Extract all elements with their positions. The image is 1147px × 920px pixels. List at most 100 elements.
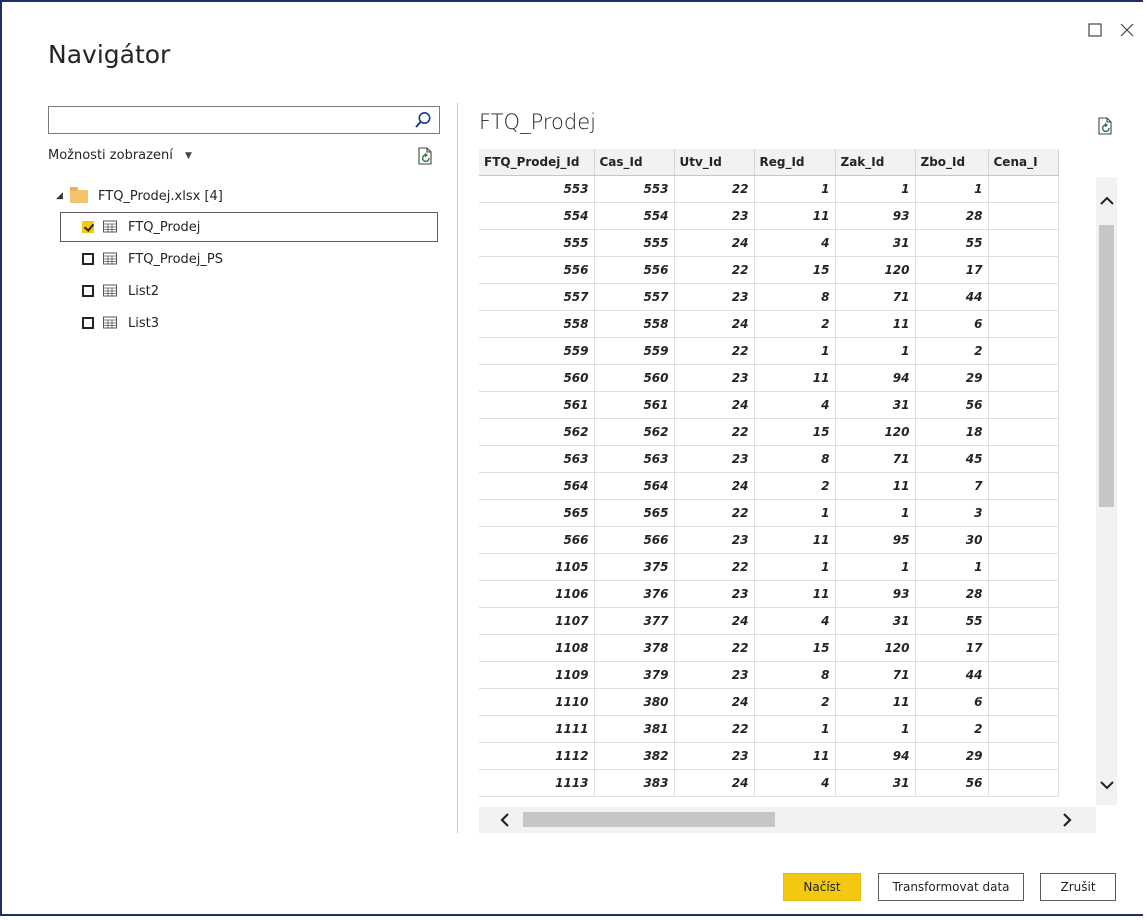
table-cell[interactable]: 382	[594, 742, 675, 770]
table-cell[interactable]: 55	[915, 607, 989, 635]
table-cell[interactable]	[988, 256, 1059, 284]
table-cell[interactable]: 29	[915, 364, 989, 392]
table-cell[interactable]: 375	[594, 553, 675, 581]
table-cell[interactable]: 1109	[479, 661, 595, 689]
table-cell[interactable]: 23	[674, 202, 755, 230]
table-cell[interactable]	[988, 769, 1059, 797]
table-cell[interactable]: 22	[674, 715, 755, 743]
table-cell[interactable]: 1	[754, 553, 836, 581]
table-cell[interactable]: 120	[835, 256, 916, 284]
horizontal-scrollbar[interactable]	[479, 807, 1096, 833]
table-cell[interactable]: 2	[915, 715, 989, 743]
table-cell[interactable]: 377	[594, 607, 675, 635]
table-cell[interactable]	[988, 175, 1059, 203]
table-cell[interactable]: 24	[674, 769, 755, 797]
table-cell[interactable]: 4	[754, 607, 836, 635]
table-cell[interactable]: 4	[754, 769, 836, 797]
table-cell[interactable]: 56	[915, 769, 989, 797]
table-cell[interactable]	[988, 634, 1059, 662]
table-cell[interactable]: 1	[754, 337, 836, 365]
checkbox-ftq-prodej[interactable]	[82, 221, 94, 233]
table-cell[interactable]: 554	[594, 202, 675, 230]
table-cell[interactable]: 1	[915, 553, 989, 581]
table-cell[interactable]: 563	[594, 445, 675, 473]
table-cell[interactable]: 7	[915, 472, 989, 500]
column-header[interactable]: Zbo_Id	[915, 149, 989, 176]
table-cell[interactable]	[988, 580, 1059, 608]
table-cell[interactable]: 1	[835, 553, 916, 581]
table-cell[interactable]: 22	[674, 418, 755, 446]
table-cell[interactable]: 562	[594, 418, 675, 446]
table-cell[interactable]: 2	[915, 337, 989, 365]
table-cell[interactable]: 11	[835, 472, 916, 500]
table-cell[interactable]: 95	[835, 526, 916, 554]
table-cell[interactable]: 563	[479, 445, 595, 473]
table-cell[interactable]	[988, 742, 1059, 770]
table-cell[interactable]: 566	[594, 526, 675, 554]
scroll-left-arrow-icon[interactable]	[496, 811, 514, 829]
pane-divider[interactable]	[457, 103, 458, 833]
table-cell[interactable]: 22	[674, 175, 755, 203]
table-cell[interactable]: 562	[479, 418, 595, 446]
table-cell[interactable]: 376	[594, 580, 675, 608]
table-cell[interactable]: 380	[594, 688, 675, 716]
table-cell[interactable]: 561	[479, 391, 595, 419]
table-cell[interactable]: 31	[835, 391, 916, 419]
table-cell[interactable]: 560	[594, 364, 675, 392]
table-cell[interactable]: 23	[674, 364, 755, 392]
scroll-down-arrow-icon[interactable]	[1098, 776, 1116, 794]
table-cell[interactable]: 2	[754, 310, 836, 338]
vertical-scrollbar[interactable]	[1096, 177, 1117, 805]
table-cell[interactable]: 565	[594, 499, 675, 527]
table-cell[interactable]: 8	[754, 661, 836, 689]
table-cell[interactable]: 6	[915, 310, 989, 338]
table-cell[interactable]: 23	[674, 580, 755, 608]
table-cell[interactable]: 120	[835, 634, 916, 662]
preview-grid[interactable]: FTQ_Prodej_Id Cas_Id Utv_Id Reg_Id Zak_I…	[479, 149, 1117, 833]
table-cell[interactable]: 378	[594, 634, 675, 662]
table-cell[interactable]	[988, 553, 1059, 581]
table-cell[interactable]	[988, 202, 1059, 230]
table-cell[interactable]: 2	[754, 688, 836, 716]
table-cell[interactable]: 559	[594, 337, 675, 365]
table-cell[interactable]: 15	[754, 634, 836, 662]
table-cell[interactable]: 11	[754, 364, 836, 392]
table-cell[interactable]: 11	[754, 526, 836, 554]
table-cell[interactable]: 28	[915, 202, 989, 230]
checkbox-list2[interactable]	[82, 285, 94, 297]
table-cell[interactable]: 24	[674, 607, 755, 635]
load-button[interactable]: Načíst	[783, 873, 861, 901]
table-cell[interactable]: 383	[594, 769, 675, 797]
table-cell[interactable]: 557	[594, 283, 675, 311]
table-cell[interactable]: 1106	[479, 580, 595, 608]
table-cell[interactable]: 93	[835, 202, 916, 230]
table-cell[interactable]: 71	[835, 445, 916, 473]
table-cell[interactable]: 11	[835, 688, 916, 716]
table-cell[interactable]: 560	[479, 364, 595, 392]
table-cell[interactable]: 11	[835, 310, 916, 338]
table-cell[interactable]: 45	[915, 445, 989, 473]
table-cell[interactable]	[988, 526, 1059, 554]
table-cell[interactable]: 44	[915, 661, 989, 689]
table-cell[interactable]: 1	[835, 715, 916, 743]
table-cell[interactable]: 1107	[479, 607, 595, 635]
close-icon[interactable]	[1117, 20, 1137, 40]
tree-node-file[interactable]: ◢ FTQ_Prodej.xlsx [4]	[56, 182, 440, 210]
tree-item-list2[interactable]: List2	[56, 276, 440, 306]
column-header[interactable]: Zak_Id	[835, 149, 916, 176]
table-cell[interactable]: 1	[835, 175, 916, 203]
magnifier-icon[interactable]	[413, 110, 433, 130]
table-cell[interactable]: 93	[835, 580, 916, 608]
table-cell[interactable]	[988, 364, 1059, 392]
table-cell[interactable]: 31	[835, 607, 916, 635]
table-cell[interactable]: 1112	[479, 742, 595, 770]
table-cell[interactable]: 558	[594, 310, 675, 338]
table-cell[interactable]: 71	[835, 283, 916, 311]
vertical-scroll-thumb[interactable]	[1099, 225, 1114, 507]
table-cell[interactable]: 557	[479, 283, 595, 311]
column-header[interactable]: Reg_Id	[754, 149, 836, 176]
table-cell[interactable]	[988, 283, 1059, 311]
table-cell[interactable]: 1110	[479, 688, 595, 716]
table-cell[interactable]: 11	[754, 742, 836, 770]
table-cell[interactable]: 11	[754, 580, 836, 608]
